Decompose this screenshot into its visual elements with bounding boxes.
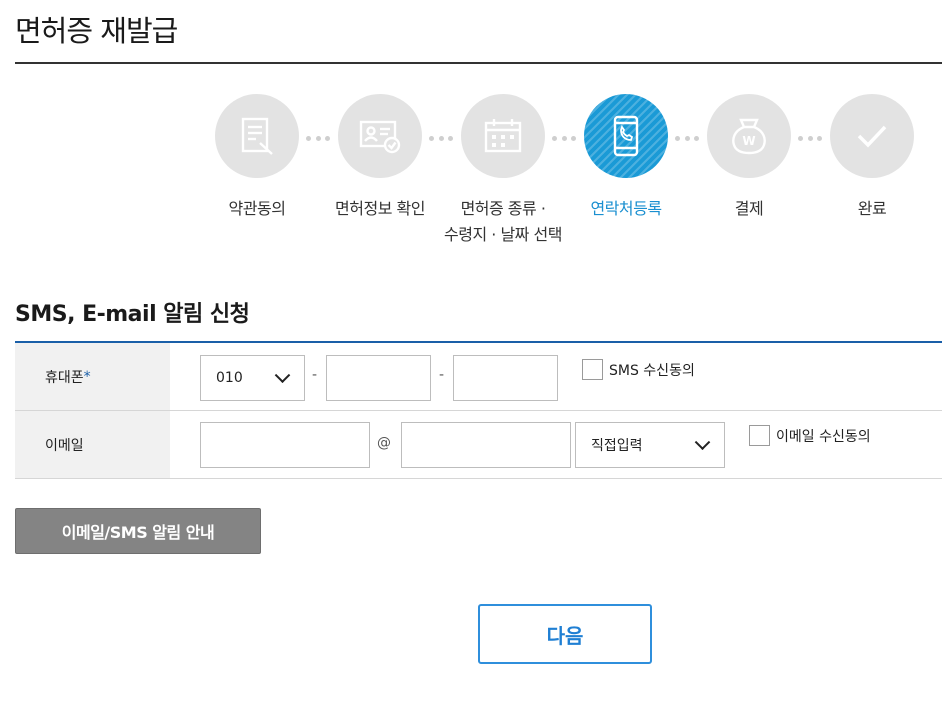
svg-text:W: W — [742, 134, 755, 148]
email-label: 이메일 — [45, 437, 84, 454]
step-6-label: 완료 — [857, 199, 887, 218]
phone-middle-input[interactable] — [326, 355, 431, 401]
step-6-circle — [830, 94, 914, 178]
step-5-circle: W — [707, 94, 791, 178]
email-domain-select-value: 직접입력 — [591, 438, 643, 454]
step-4-label: 연락처등록 — [590, 199, 662, 218]
phone-icon — [613, 115, 639, 157]
phone-prefix-value: 010 — [216, 370, 243, 386]
id-card-check-icon — [359, 120, 401, 154]
phone-separator: - — [439, 367, 445, 383]
progress-steps: W 약관동의 면허정보 확인 면허증 종류 · 수령지 · 날짜 선택 연락처등… — [0, 0, 942, 260]
step-connector — [306, 135, 330, 141]
phone-label-cell: 휴대폰 * — [15, 343, 170, 410]
email-local-input[interactable] — [200, 422, 370, 468]
step-5-label: 결제 — [734, 199, 764, 218]
step-1-circle — [215, 94, 299, 178]
step-2-circle — [338, 94, 422, 178]
step-3-label: 면허증 종류 · 수령지 · 날짜 선택 — [444, 199, 562, 244]
phone-prefix-select[interactable]: 010 — [200, 355, 305, 401]
checkbox-box[interactable] — [582, 359, 603, 380]
sms-consent-label: SMS 수신동의 — [609, 362, 695, 379]
phone-separator: - — [312, 367, 318, 383]
step-4-circle — [584, 94, 668, 178]
calendar-icon — [484, 119, 522, 153]
money-bag-icon: W — [732, 118, 766, 155]
next-button[interactable]: 다음 — [478, 604, 652, 664]
notification-info-button[interactable]: 이메일/SMS 알림 안내 — [15, 508, 261, 554]
chevron-down-icon — [694, 434, 711, 451]
email-label-cell: 이메일 — [15, 411, 170, 478]
step-connector — [675, 135, 699, 141]
required-mark: * — [83, 368, 91, 385]
phone-last-input[interactable] — [453, 355, 558, 401]
document-edit-icon — [241, 117, 273, 155]
step-3-circle — [461, 94, 545, 178]
email-row: 이메일 @ 직접입력 이메일 수신동의 — [15, 411, 942, 479]
sms-consent-checkbox[interactable]: SMS 수신동의 — [582, 359, 695, 380]
step-connector — [552, 135, 576, 141]
step-1-label: 약관동의 — [228, 199, 286, 218]
section-title: SMS, E-mail 알림 신청 — [15, 302, 250, 327]
chevron-down-icon — [274, 367, 291, 384]
step-connector — [429, 135, 453, 141]
step-2-label: 면허정보 확인 — [335, 199, 425, 218]
email-at-sign: @ — [377, 435, 391, 451]
email-domain-input[interactable] — [401, 422, 571, 468]
checkmark-icon — [857, 125, 887, 148]
phone-label: 휴대폰 — [45, 369, 84, 386]
email-domain-select[interactable]: 직접입력 — [575, 422, 725, 468]
email-consent-label: 이메일 수신동의 — [776, 428, 871, 445]
email-consent-checkbox[interactable]: 이메일 수신동의 — [749, 425, 871, 446]
phone-row: 휴대폰 * 010 - - SMS 수신동의 — [15, 343, 942, 411]
step-connector — [798, 135, 822, 141]
contact-form-table: 휴대폰 * 010 - - SMS 수신동의 이메일 @ 직접입력 이메일 수신동… — [15, 341, 942, 479]
checkbox-box[interactable] — [749, 425, 770, 446]
